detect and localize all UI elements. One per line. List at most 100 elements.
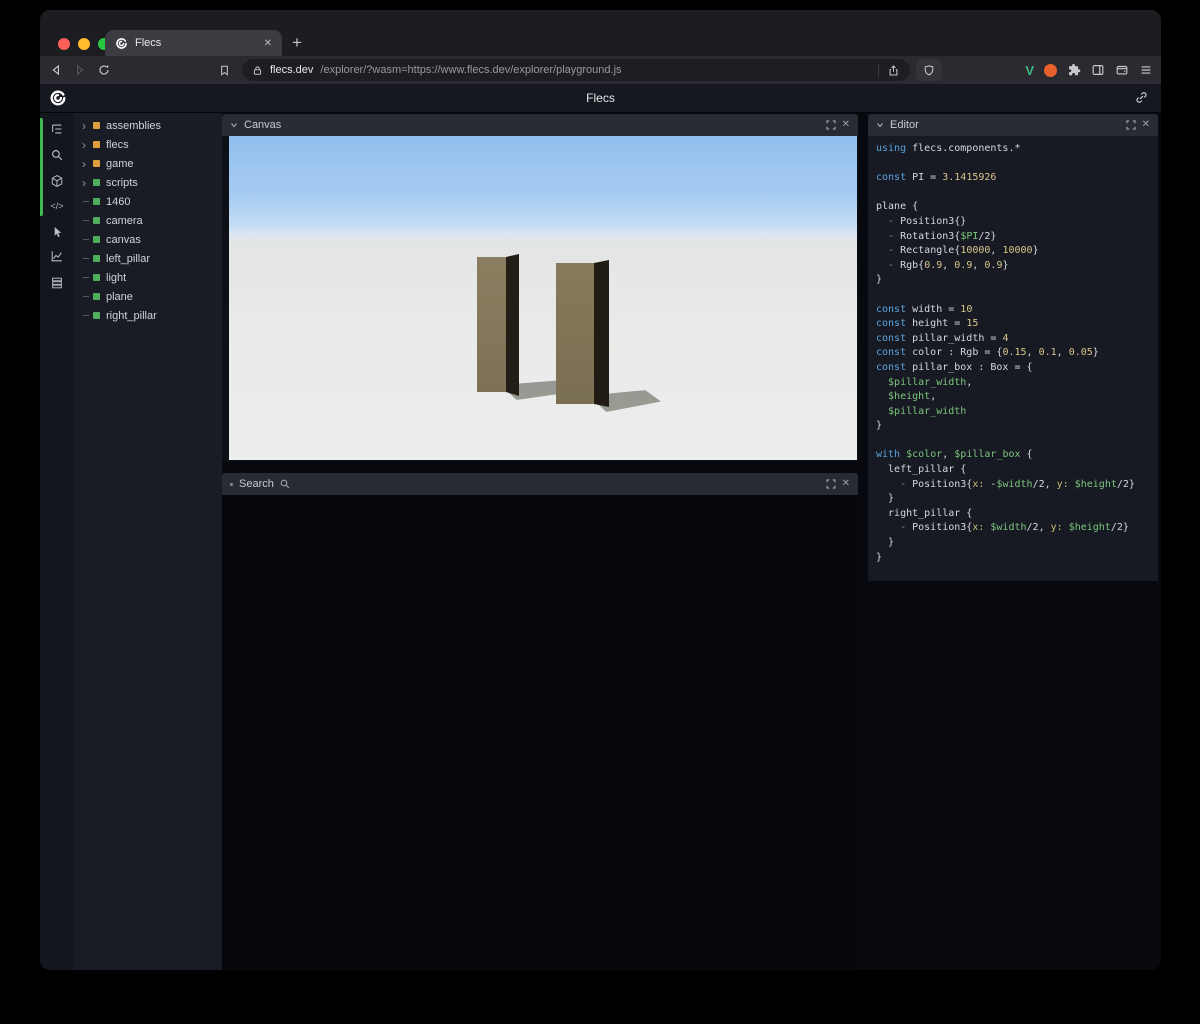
bookmark-icon[interactable]	[216, 62, 232, 78]
toolbar-extensions: V	[1025, 56, 1153, 84]
code-line: }	[876, 551, 883, 563]
search-icon[interactable]	[49, 147, 65, 163]
menu-icon[interactable]	[1139, 63, 1153, 77]
url-path: /explorer/?wasm=https://www.flecs.dev/ex…	[320, 64, 622, 76]
tree-item-1460[interactable]: 1460	[74, 192, 222, 211]
flecs-favicon-icon	[115, 37, 128, 50]
code-line: left_pillar {	[876, 464, 967, 476]
entity-square-icon	[93, 236, 100, 243]
module-square-icon	[93, 122, 100, 129]
reload-icon[interactable]	[96, 62, 112, 78]
code-line: - Rectangle{10000, 10000}	[876, 245, 1039, 257]
code-line: }	[876, 493, 895, 505]
search-panel-header[interactable]: Search ✕	[222, 473, 858, 495]
tree-item-label: game	[106, 157, 134, 170]
share-icon[interactable]	[878, 63, 900, 77]
expand-chevron-icon[interactable]: ›	[82, 177, 86, 189]
tree-connector-line	[83, 258, 89, 259]
tree-item-label: camera	[106, 214, 143, 227]
tree-connector-line	[83, 315, 89, 316]
code-line: const PI = 3.1415926	[876, 172, 997, 184]
tree-connector-line	[83, 201, 89, 202]
expand-icon[interactable]	[1126, 120, 1136, 130]
left-pillar-front	[477, 257, 506, 392]
expand-chevron-icon[interactable]: ›	[82, 120, 86, 132]
stats-chart-icon[interactable]	[49, 248, 65, 264]
tree-item-flecs[interactable]: › flecs	[74, 135, 222, 154]
page-title: Flecs	[586, 91, 615, 105]
cube-icon[interactable]	[49, 173, 65, 189]
search-body	[222, 495, 858, 970]
minimize-window-button[interactable]	[78, 38, 90, 50]
panel-title: Editor	[890, 119, 919, 131]
lock-icon	[252, 65, 263, 76]
3d-viewport[interactable]	[229, 136, 857, 460]
code-icon[interactable]: </>	[49, 198, 65, 214]
vue-extension-icon[interactable]: V	[1025, 63, 1034, 78]
close-icon[interactable]: ✕	[842, 479, 850, 489]
tree-item-scripts[interactable]: › scripts	[74, 173, 222, 192]
tree-item-label: assemblies	[106, 119, 162, 132]
link-icon[interactable]	[1134, 90, 1149, 105]
tree-item-assemblies[interactable]: › assemblies	[74, 116, 222, 135]
canvas-panel-header[interactable]: Canvas ✕	[222, 114, 858, 136]
tree-item-light[interactable]: light	[74, 268, 222, 287]
close-icon[interactable]: ✕	[842, 120, 850, 130]
entity-square-icon	[93, 198, 100, 205]
code-line: const color : Rgb = {0.15, 0.1, 0.05}	[876, 347, 1099, 359]
tree-connector-line	[83, 296, 89, 297]
rows-icon[interactable]	[49, 275, 65, 291]
back-icon[interactable]	[48, 62, 64, 78]
tree-item-left_pillar[interactable]: left_pillar	[74, 249, 222, 268]
close-icon[interactable]: ✕	[1142, 120, 1150, 130]
code-line: - Position3{}	[876, 215, 967, 227]
code-line: $pillar_width,	[876, 376, 973, 388]
cursor-icon[interactable]	[49, 223, 65, 239]
tree-item-label: scripts	[106, 176, 138, 189]
tree-item-label: plane	[106, 290, 133, 303]
entity-tree-icon[interactable]	[49, 121, 65, 137]
canvas-body	[222, 136, 858, 461]
traffic-lights	[58, 38, 110, 50]
tree-item-right_pillar[interactable]: right_pillar	[74, 306, 222, 325]
brave-shield-icon[interactable]	[916, 59, 942, 81]
collapse-chevron-icon[interactable]	[230, 121, 238, 129]
expand-chevron-icon[interactable]: ›	[82, 139, 86, 151]
tree-item-plane[interactable]: plane	[74, 287, 222, 306]
code-line: - Position3{x: -$width/2, y: $height/2}	[876, 478, 1135, 490]
extensions-puzzle-icon[interactable]	[1067, 63, 1081, 77]
code-line: const pillar_width = 4	[876, 332, 1009, 344]
panel-title: Canvas	[244, 119, 282, 131]
code-line: }	[876, 537, 895, 549]
code-line: - Rotation3{$PI/2}	[876, 230, 997, 242]
expand-icon[interactable]	[826, 120, 836, 130]
canvas-panel: Canvas ✕	[222, 114, 858, 461]
tree-item-label: 1460	[106, 195, 131, 208]
collapse-chevron-icon[interactable]	[876, 121, 884, 129]
sidebar-icon[interactable]	[1091, 63, 1105, 77]
tab-close-icon[interactable]: ✕	[264, 38, 272, 49]
app-header: Flecs	[40, 84, 1161, 113]
editor-panel-header[interactable]: Editor ✕	[868, 114, 1158, 136]
new-tab-button[interactable]: +	[292, 31, 302, 55]
tree-connector-line	[83, 220, 89, 221]
editor-panel: Editor ✕ using flecs.components.* const …	[868, 114, 1158, 581]
url-host: flecs.dev	[270, 64, 314, 76]
code-line: $pillar_width	[876, 405, 967, 417]
entity-square-icon	[93, 293, 100, 300]
tree-item-camera[interactable]: camera	[74, 211, 222, 230]
orange-extension-icon[interactable]	[1044, 63, 1057, 77]
panel-icon-sidebar: </>	[40, 113, 74, 970]
expand-chevron-icon[interactable]: ›	[82, 158, 86, 170]
close-window-button[interactable]	[58, 38, 70, 50]
tree-item-label: flecs	[106, 138, 129, 151]
tree-item-game[interactable]: › game	[74, 154, 222, 173]
tree-item-canvas[interactable]: canvas	[74, 230, 222, 249]
code-line: with $color, $pillar_box {	[876, 449, 1033, 461]
editor-code[interactable]: using flecs.components.* const PI = 3.14…	[868, 136, 1158, 581]
expand-icon[interactable]	[826, 479, 836, 489]
browser-tab[interactable]: Flecs ✕	[105, 30, 282, 56]
wallet-icon[interactable]	[1115, 63, 1129, 77]
address-bar[interactable]: flecs.dev/explorer/?wasm=https://www.fle…	[242, 59, 910, 81]
entity-tree: › assemblies › flecs › game › scripts 1460 camera…	[74, 113, 222, 970]
